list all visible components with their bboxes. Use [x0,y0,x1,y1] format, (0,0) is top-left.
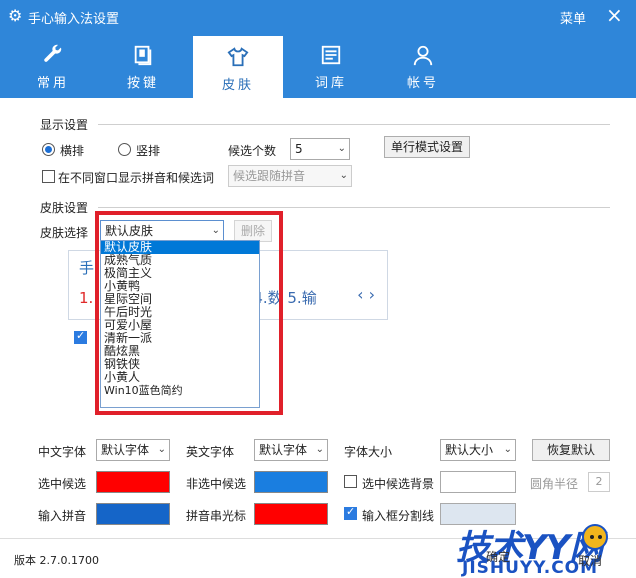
skin-section-title: 皮肤设置 [40,201,89,215]
vertical-radio[interactable] [118,143,131,156]
corner-radius-label: 圆角半径 [530,477,579,491]
preview-checkbox[interactable] [74,329,87,344]
corner-radius-input[interactable]: 2 [588,472,610,492]
chevron-down-icon: ⌄ [315,444,324,455]
horizontal-radio[interactable] [42,143,55,156]
split-window-label: 在不同窗口显示拼音和候选词 [58,171,215,185]
cn-font-select[interactable]: 默认字体 ⌄ [96,439,170,461]
highlight-box [95,211,283,415]
title-bar: ⚙ 手心输入法设置 菜单 × [0,0,636,34]
selected-cand-label: 选中候选 [38,477,87,491]
single-mode-button[interactable]: 单行模式设置 [384,136,470,158]
cand-count-label: 候选个数 [228,144,277,158]
watermark: 技术YY网 JISHUYY.COM [448,520,636,578]
cat-face-icon [582,524,608,550]
chevron-down-icon: ⌄ [503,444,512,455]
selected-cand-swatch[interactable] [96,471,170,493]
divider [98,124,610,125]
tab-dictionary[interactable]: 词库 [286,34,376,98]
close-icon[interactable]: × [606,4,623,26]
preview-input: 手 [79,259,95,277]
tab-keys[interactable]: 按键 [98,34,188,98]
version-text: 版本 2.7.0.1700 [14,554,99,567]
skin-select-label: 皮肤选择 [40,226,89,240]
dictionary-icon [321,45,341,65]
tab-account[interactable]: 帐号 [378,34,468,98]
tab-common[interactable]: 常用 [8,34,98,98]
unselected-cand-label: 非选中候选 [186,477,247,491]
input-pinyin-swatch[interactable] [96,503,170,525]
chevron-down-icon: ⌄ [157,444,166,455]
cursor-label: 拼音串光标 [186,509,247,523]
horizontal-label: 横排 [60,144,85,158]
gear-icon: ⚙ [8,6,23,25]
wrench-icon [44,44,62,62]
divider-checkbox[interactable] [344,505,357,520]
display-section-title: 显示设置 [40,118,89,132]
follow-select[interactable]: 候选跟随拼音 ⌄ [228,165,352,187]
selected-bg-checkbox[interactable] [344,475,357,488]
split-window-checkbox[interactable] [42,170,55,183]
en-font-select[interactable]: 默认字体 ⌄ [254,439,328,461]
menu-button[interactable]: 菜单 [560,8,586,27]
restore-default-button[interactable]: 恢复默认 [532,439,610,461]
chevron-down-icon: ⌄ [337,143,346,154]
cursor-swatch[interactable] [254,503,328,525]
preview-nav: ‹ › [357,285,375,304]
divider-label: 输入框分割线 [362,509,435,523]
vertical-label: 竖排 [136,144,161,158]
cand-count-select[interactable]: 5 ⌄ [290,138,350,160]
keys-icon [134,45,152,66]
chevron-down-icon: ⌄ [339,170,348,181]
divider [98,207,610,208]
font-size-label: 字体大小 [344,445,393,459]
cn-font-label: 中文字体 [38,445,87,459]
selected-bg-label: 选中候选背景 [362,477,435,491]
cancel-button[interactable]: 取消 [578,552,602,569]
account-icon [413,45,433,66]
en-font-label: 英文字体 [186,445,235,459]
tab-skin[interactable]: 皮肤 [193,36,283,98]
window-title: 手心输入法设置 [28,12,120,27]
selected-bg-swatch[interactable] [440,471,516,493]
ok-button[interactable]: 确定 [486,548,510,565]
font-size-select[interactable]: 默认大小 ⌄ [440,439,516,461]
tab-bar: 常用 按键 皮肤 词库 帐号 [0,34,636,98]
shirt-icon [227,47,249,67]
unselected-cand-swatch[interactable] [254,471,328,493]
input-pinyin-label: 输入拼音 [38,509,87,523]
